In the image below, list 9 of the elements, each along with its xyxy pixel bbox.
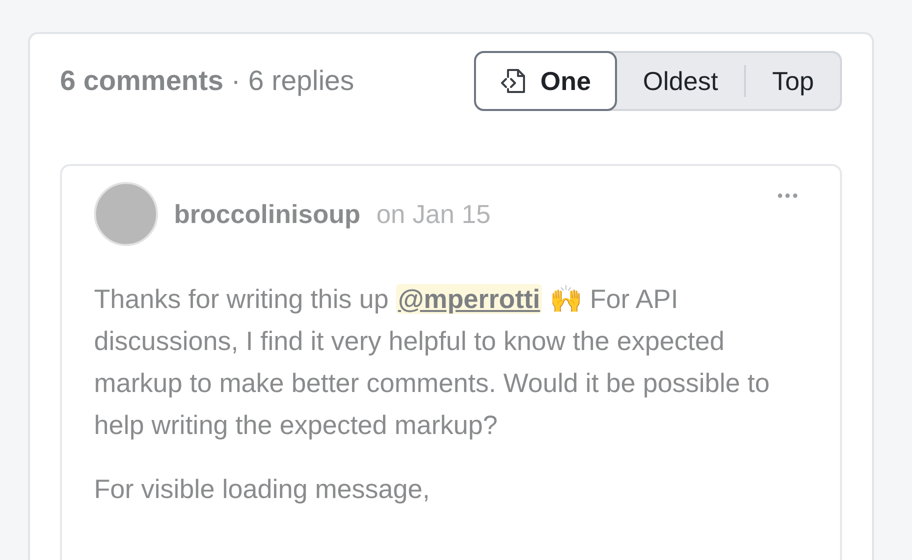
mention-link[interactable]: @mperrotti — [396, 284, 542, 314]
file-code-icon — [500, 67, 526, 95]
sort-tab[interactable]: Oldest — [616, 51, 744, 111]
sort-tab[interactable]: Top — [746, 51, 840, 111]
comments-count: 6 comments · 6 replies — [60, 65, 354, 97]
comment-date: on Jan 15 — [376, 198, 491, 230]
sort-tab[interactable]: One — [474, 51, 617, 111]
comment-text: For visible loading message, — [94, 473, 431, 506]
comment-text: Thanks for writing this up @mperrotti 🙌 For API discussions, I find it very helpful to know the expected markup to make better comments. Would it be possible to help writing the expected markup? — [94, 283, 771, 442]
